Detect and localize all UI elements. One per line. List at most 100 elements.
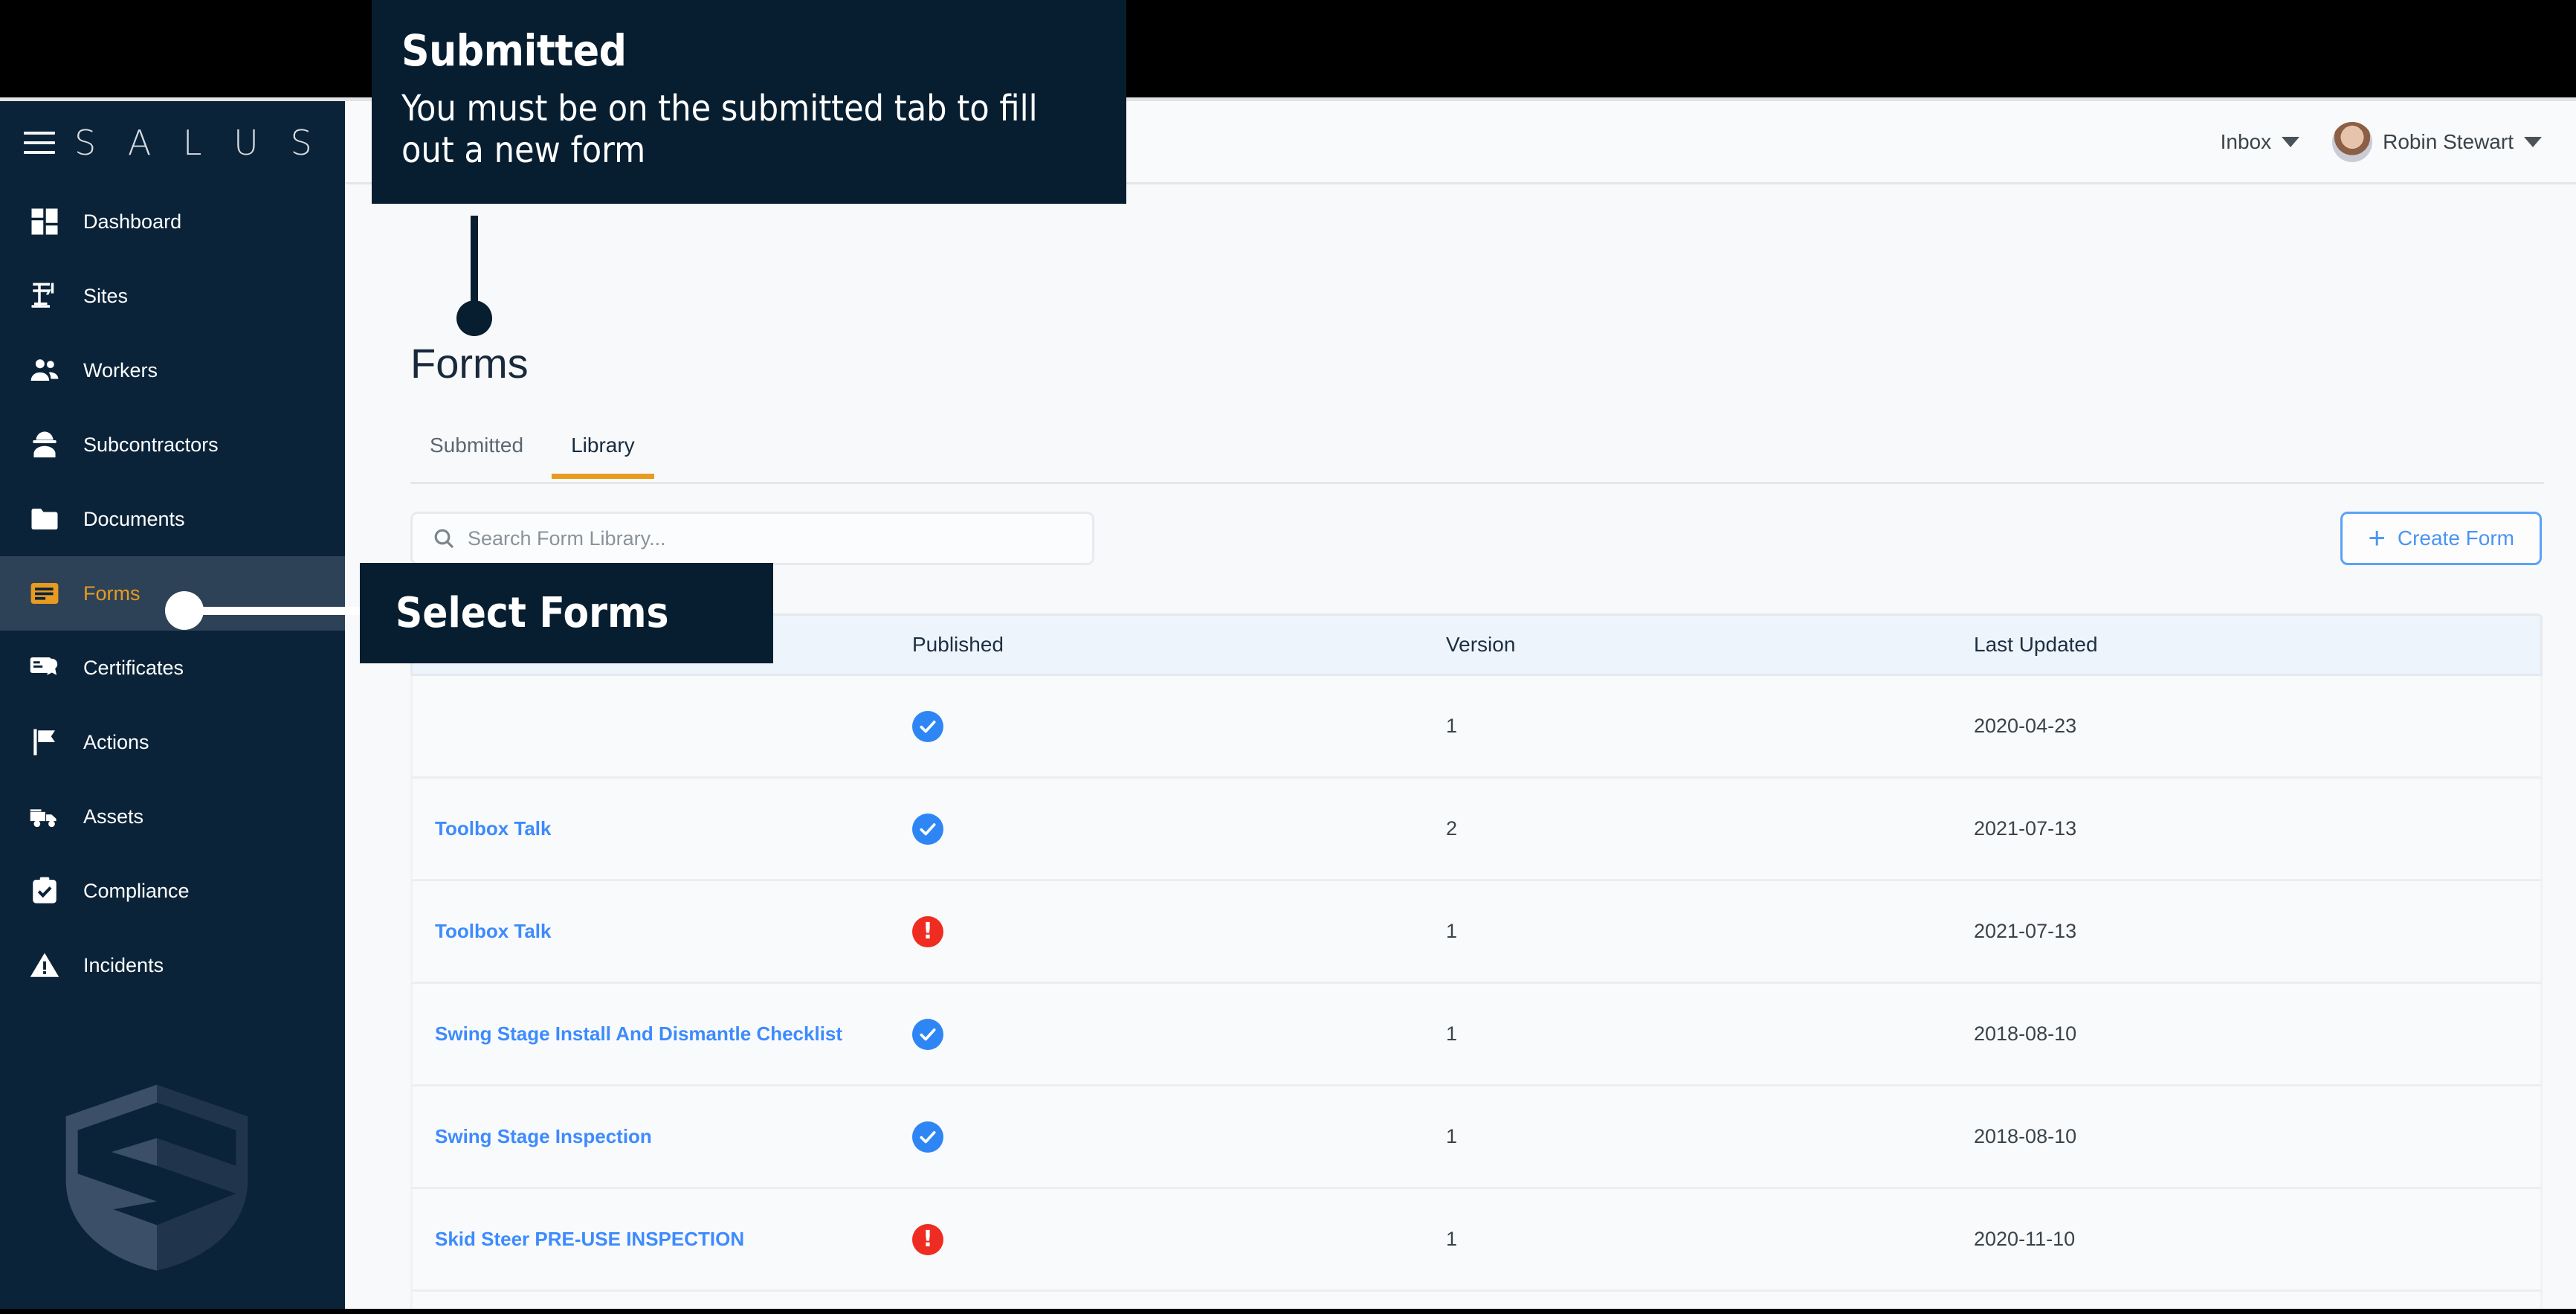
sidebar-item-label: Dashboard: [83, 210, 181, 234]
sidebar-item-label: Forms: [83, 582, 141, 605]
column-label-published: Published: [912, 633, 1004, 657]
column-label-version: Version: [1446, 633, 1515, 657]
column-header-published[interactable]: Published: [912, 633, 1446, 657]
cell-published: [912, 711, 1446, 742]
brand-header: S A L U S: [0, 101, 345, 184]
warning-triangle-icon: [27, 947, 62, 983]
callout-select-forms: Select Forms: [360, 563, 773, 663]
forms-library-table: Title Published Version Last Updated 120…: [410, 613, 2543, 1309]
people-icon: [27, 352, 62, 388]
form-title-link[interactable]: Toolbox Talk: [435, 817, 551, 840]
callout-connector-dot-forms: [165, 591, 204, 630]
chevron-down-icon: [2282, 137, 2299, 147]
table-row[interactable]: Toolbox Talk22021-07-13: [410, 779, 2543, 881]
cell-title: Skid Steer PRE-USE INSPECTION: [413, 1228, 912, 1251]
clipboard-check-icon: [27, 873, 62, 909]
cell-last-updated: 2020-04-23: [1974, 715, 2540, 738]
tab-label: Library: [571, 434, 635, 457]
form-title-link[interactable]: Swing Stage Inspection: [435, 1125, 652, 1147]
certificate-icon: [27, 650, 62, 686]
flag-icon: [27, 724, 62, 760]
cell-published: [912, 1121, 1446, 1153]
exclamation-glyph: !: [923, 1228, 933, 1251]
user-menu[interactable]: Robin Stewart: [2332, 122, 2542, 162]
crane-icon: [27, 278, 62, 314]
sidebar-item-label: Subcontractors: [83, 434, 219, 457]
sidebar-item-label: Actions: [83, 731, 149, 754]
sidebar-item-incidents[interactable]: Incidents: [0, 928, 345, 1002]
sidebar-item-label: Workers: [83, 359, 158, 382]
page-title: Forms: [410, 339, 529, 387]
main-content: Forms Submitted Library + Create Form Tit…: [345, 187, 2576, 1309]
inbox-menu[interactable]: Inbox: [2221, 130, 2300, 154]
exclamation-glyph: !: [923, 921, 933, 943]
sidebar-item-label: Assets: [83, 805, 143, 828]
tab-submitted[interactable]: Submitted: [410, 434, 543, 479]
cell-version: 1: [1446, 1022, 1974, 1046]
cell-last-updated: 2021-07-13: [1974, 920, 2540, 943]
sidebar-item-label: Sites: [83, 285, 128, 308]
unpublished-alert-icon: !: [912, 1224, 943, 1255]
app-window: S A L U S Dashboard Sites Workers Subcontra…: [0, 97, 2576, 1309]
sidebar-item-assets[interactable]: Assets: [0, 779, 345, 854]
table-row[interactable]: Site Specific Fall Prevention Plan12018-…: [410, 1292, 2543, 1309]
cell-last-updated: 2018-08-10: [1974, 1125, 2540, 1148]
sidebar-item-certificates[interactable]: Certificates: [0, 631, 345, 705]
cell-version: 1: [1446, 1228, 1974, 1251]
callout-submitted: Submitted You must be on the submitted t…: [372, 0, 1126, 204]
sidebar-item-subcontractors[interactable]: Subcontractors: [0, 408, 345, 482]
cell-title: Swing Stage Inspection: [413, 1125, 912, 1148]
form-lines-icon: [27, 576, 62, 611]
shield-logo-icon: [58, 1077, 256, 1275]
sidebar-item-label: Documents: [83, 508, 185, 531]
column-label-last-updated: Last Updated: [1974, 633, 2098, 657]
sidebar-item-compliance[interactable]: Compliance: [0, 854, 345, 928]
callout-submitted-body: You must be on the submitted tab to fill…: [401, 88, 1097, 171]
tab-label: Submitted: [430, 434, 523, 457]
cell-title: Swing Stage Install And Dismantle Checkl…: [413, 1022, 912, 1046]
chevron-down-icon: [2524, 137, 2542, 147]
table-row[interactable]: Swing Stage Install And Dismantle Checkl…: [410, 984, 2543, 1086]
sidebar-item-sites[interactable]: Sites: [0, 259, 345, 333]
sidebar-item-actions[interactable]: Actions: [0, 705, 345, 779]
dashboard-icon: [27, 204, 62, 239]
avatar: [2332, 122, 2372, 162]
sidebar: S A L U S Dashboard Sites Workers Subcontra…: [0, 101, 345, 1309]
table-row[interactable]: Swing Stage Inspection12018-08-10: [410, 1086, 2543, 1189]
cell-published: !: [912, 916, 1446, 947]
sidebar-item-workers[interactable]: Workers: [0, 333, 345, 408]
search-input[interactable]: [468, 527, 1073, 550]
cell-published: [912, 814, 1446, 845]
sidebar-item-label: Compliance: [83, 880, 190, 903]
column-header-version[interactable]: Version: [1446, 633, 1974, 657]
table-row[interactable]: Toolbox Talk!12021-07-13: [410, 881, 2543, 984]
form-title-link[interactable]: Toolbox Talk: [435, 920, 551, 942]
folder-icon: [27, 501, 62, 537]
create-form-button[interactable]: + Create Form: [2340, 512, 2542, 565]
user-name: Robin Stewart: [2383, 130, 2514, 154]
published-check-icon: [912, 1121, 943, 1153]
hamburger-icon[interactable]: [24, 132, 55, 154]
cell-last-updated: 2018-08-10: [1974, 1022, 2540, 1046]
cell-title: Toolbox Talk: [413, 817, 912, 840]
form-title-link[interactable]: Swing Stage Install And Dismantle Checkl…: [435, 1022, 842, 1045]
cell-title: Toolbox Talk: [413, 920, 912, 943]
callout-select-forms-title: Select Forms: [396, 589, 669, 637]
table-row[interactable]: 12020-04-23: [410, 676, 2543, 779]
sidebar-item-label: Certificates: [83, 657, 184, 680]
published-check-icon: [912, 1019, 943, 1050]
column-header-last-updated[interactable]: Last Updated: [1974, 633, 2540, 657]
tab-library[interactable]: Library: [552, 434, 654, 479]
search-form-library[interactable]: [410, 512, 1094, 565]
form-title-link[interactable]: Skid Steer PRE-USE INSPECTION: [435, 1228, 744, 1250]
table-row[interactable]: Skid Steer PRE-USE INSPECTION!12020-11-1…: [410, 1189, 2543, 1292]
plus-icon: +: [2368, 526, 2385, 550]
cell-published: [912, 1019, 1446, 1050]
sidebar-item-documents[interactable]: Documents: [0, 482, 345, 556]
callout-connector-dot-submitted: [456, 300, 492, 336]
sidebar-item-dashboard[interactable]: Dashboard: [0, 184, 345, 259]
tab-bar: Submitted Library: [410, 434, 2544, 484]
table-body: 12020-04-23Toolbox Talk22021-07-13Toolbo…: [410, 676, 2543, 1309]
brand-name: S A L U S: [74, 123, 323, 163]
sidebar-item-label: Incidents: [83, 954, 164, 977]
